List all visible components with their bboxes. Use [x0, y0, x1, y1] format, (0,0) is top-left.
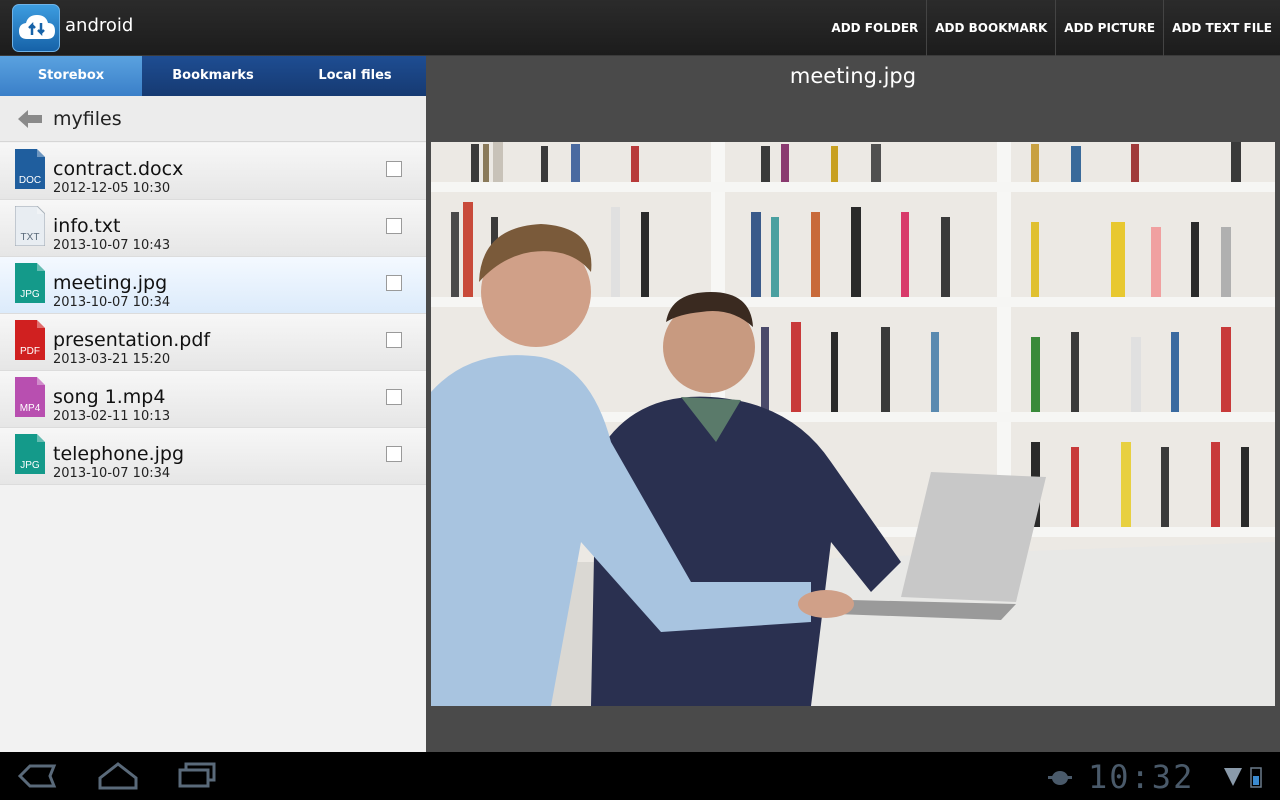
- svg-text:PDF: PDF: [20, 346, 40, 357]
- back-nav-icon[interactable]: [16, 760, 58, 792]
- file-name: meeting.jpg: [53, 272, 168, 294]
- jpg-file-icon: JPG: [15, 434, 45, 474]
- file-row[interactable]: TXT info.txt 2013-10-07 10:43: [0, 200, 426, 257]
- tab-local-files[interactable]: Local files: [284, 56, 426, 96]
- file-select-checkbox[interactable]: [386, 389, 402, 405]
- add-picture-button[interactable]: ADD PICTURE: [1055, 0, 1163, 56]
- recent-apps-nav-icon[interactable]: [176, 760, 218, 792]
- file-date: 2012-12-05 10:30: [53, 181, 171, 196]
- doc-file-icon: DOC: [15, 149, 45, 189]
- file-date: 2013-10-07 10:34: [53, 295, 171, 310]
- file-name: contract.docx: [53, 158, 184, 180]
- file-name: song 1.mp4: [53, 386, 166, 408]
- txt-file-icon: TXT: [15, 206, 45, 246]
- tab-storebox[interactable]: Storebox: [0, 56, 142, 96]
- preview-title: meeting.jpg: [789, 64, 917, 88]
- svg-text:JPG: JPG: [20, 460, 40, 471]
- file-row[interactable]: JPG meeting.jpg 2013-10-07 10:34: [0, 257, 426, 314]
- file-row[interactable]: JPG telephone.jpg 2013-10-07 10:34: [0, 428, 426, 485]
- svg-text:DOC: DOC: [19, 175, 41, 186]
- preview-image: [431, 142, 1275, 706]
- svg-text:TXT: TXT: [21, 232, 40, 243]
- preview-pane: meeting.jpg: [426, 56, 1280, 752]
- system-bar: 10:32: [0, 752, 1280, 800]
- file-date: 2013-10-07 10:43: [53, 238, 171, 253]
- file-select-checkbox[interactable]: [386, 446, 402, 462]
- clock[interactable]: 10:32: [1088, 758, 1194, 796]
- back-arrow-icon[interactable]: [18, 110, 42, 128]
- file-list: DOC contract.docx 2012-12-05 10:30 TXT info.…: [0, 143, 426, 485]
- svg-text:JPG: JPG: [20, 289, 40, 300]
- file-name: presentation.pdf: [53, 329, 211, 351]
- file-name: telephone.jpg: [53, 443, 185, 465]
- pdf-file-icon: PDF: [15, 320, 45, 360]
- file-row[interactable]: PDF presentation.pdf 2013-03-21 15:20: [0, 314, 426, 371]
- home-nav-icon[interactable]: [96, 760, 140, 792]
- file-date: 2013-03-21 15:20: [53, 352, 171, 367]
- app-title: android: [65, 15, 134, 36]
- file-select-checkbox[interactable]: [386, 161, 402, 177]
- file-select-checkbox[interactable]: [386, 332, 402, 348]
- wifi-signal-icon: [1224, 768, 1242, 786]
- current-folder-label: myfiles: [53, 108, 122, 130]
- svg-text:MP4: MP4: [20, 403, 41, 414]
- file-name: info.txt: [53, 215, 121, 237]
- tab-bar: Storebox Bookmarks Local files: [0, 56, 426, 96]
- file-select-checkbox[interactable]: [386, 218, 402, 234]
- file-date: 2013-02-11 10:13: [53, 409, 171, 424]
- battery-charging-icon: [1250, 767, 1262, 788]
- add-text-file-button[interactable]: ADD TEXT FILE: [1163, 0, 1280, 56]
- mp4-file-icon: MP4: [15, 377, 45, 417]
- breadcrumb[interactable]: myfiles: [0, 96, 426, 142]
- file-browser-pane: Storebox Bookmarks Local files myfiles D…: [0, 56, 426, 752]
- storebox-cloud-icon[interactable]: [12, 4, 60, 52]
- add-bookmark-button[interactable]: ADD BOOKMARK: [926, 0, 1055, 56]
- file-select-checkbox[interactable]: [386, 275, 402, 291]
- action-menu: ADD FOLDER ADD BOOKMARK ADD PICTURE ADD …: [823, 0, 1280, 56]
- file-date: 2013-10-07 10:34: [53, 466, 171, 481]
- action-bar: android ADD FOLDER ADD BOOKMARK ADD PICT…: [0, 0, 1280, 56]
- file-row[interactable]: MP4 song 1.mp4 2013-02-11 10:13: [0, 371, 426, 428]
- jpg-file-icon: JPG: [15, 263, 45, 303]
- debug-android-icon: [1048, 771, 1072, 785]
- add-folder-button[interactable]: ADD FOLDER: [823, 0, 926, 56]
- file-row[interactable]: DOC contract.docx 2012-12-05 10:30: [0, 143, 426, 200]
- tab-bookmarks[interactable]: Bookmarks: [142, 56, 284, 96]
